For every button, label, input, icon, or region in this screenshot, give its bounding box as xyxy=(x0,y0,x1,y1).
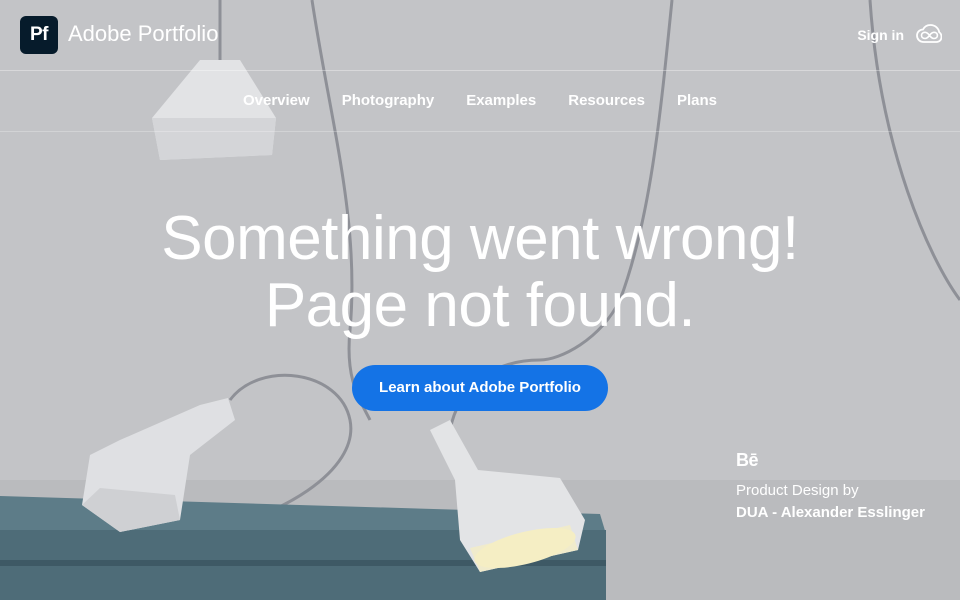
error-heading-line-2: Page not found. xyxy=(264,271,696,340)
main-nav: Overview Photography Examples Resources … xyxy=(0,71,960,132)
credit-author-link[interactable]: DUA - Alexander Esslinger xyxy=(736,502,925,524)
sign-in-link[interactable]: Sign in xyxy=(857,25,904,45)
creative-cloud-icon[interactable] xyxy=(916,23,942,47)
behance-logo[interactable]: Bē xyxy=(736,450,925,470)
learn-more-button[interactable]: Learn about Adobe Portfolio xyxy=(352,365,608,411)
site-header: Pf Adobe Portfolio Sign in xyxy=(0,0,960,71)
brand-name[interactable]: Adobe Portfolio xyxy=(68,20,218,48)
nav-item-examples[interactable]: Examples xyxy=(466,91,536,111)
portfolio-logo[interactable]: Pf xyxy=(20,16,58,54)
photo-credit: Bē Product Design by DUA - Alexander Ess… xyxy=(736,450,925,524)
nav-item-resources[interactable]: Resources xyxy=(568,91,645,111)
error-page: Pf Adobe Portfolio Sign in Overview Phot… xyxy=(0,0,960,600)
credit-caption: Product Design by xyxy=(736,482,859,499)
error-heading-line-1: Something went wrong! xyxy=(161,204,799,273)
nav-item-photography[interactable]: Photography xyxy=(342,91,435,111)
nav-item-overview[interactable]: Overview xyxy=(243,91,310,111)
error-heading: Something went wrong! Page not found. xyxy=(0,205,960,339)
nav-item-plans[interactable]: Plans xyxy=(677,91,717,111)
